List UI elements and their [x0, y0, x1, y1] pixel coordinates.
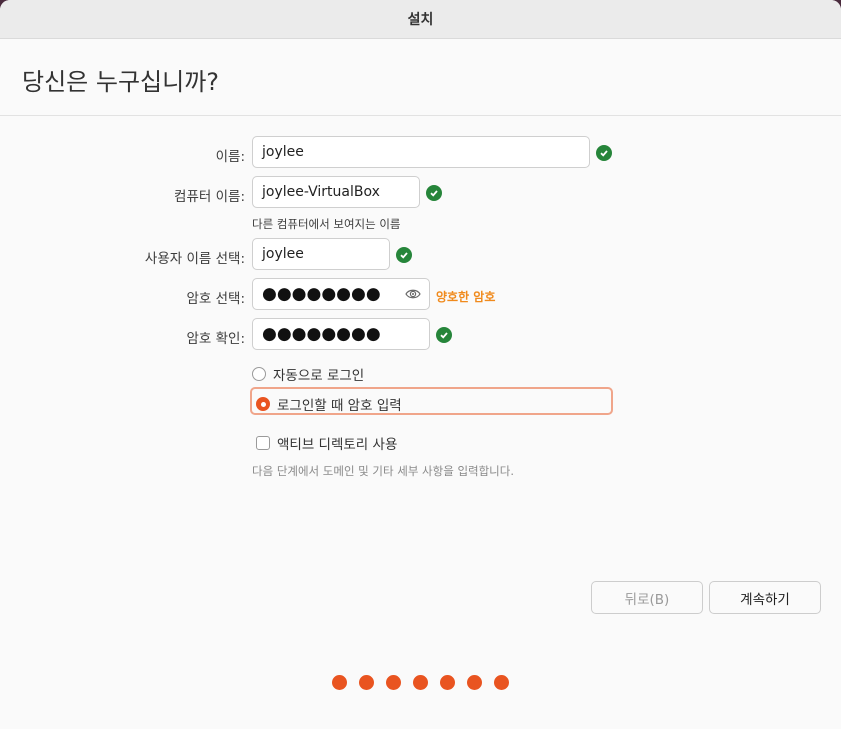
- page-title: 당신은 누구십니까?: [22, 68, 220, 96]
- back-button[interactable]: 뒤로(B): [591, 581, 703, 614]
- auto-login-option[interactable]: 자동으로 로그인: [252, 364, 364, 384]
- progress-dot: [494, 675, 509, 690]
- require-password-label: 로그인할 때 암호 입력: [277, 398, 402, 414]
- window-titlebar: 설치: [0, 0, 841, 39]
- name-value: joylee: [262, 144, 304, 160]
- active-directory-label: 액티브 디렉토리 사용: [277, 437, 398, 453]
- installer-window: 설치 당신은 누구십니까? 이름: joylee 컴퓨터 이름: joylee-…: [0, 0, 841, 729]
- password-strength-label: 양호한 암호: [436, 290, 496, 304]
- confirm-password-value: ●●●●●●●●: [262, 324, 381, 344]
- active-directory-checkbox[interactable]: [256, 436, 270, 450]
- name-valid-check-icon: [596, 145, 612, 161]
- name-label: 이름:: [215, 149, 245, 165]
- password-value: ●●●●●●●●: [262, 284, 381, 304]
- auto-login-radio[interactable]: [252, 367, 266, 381]
- computer-name-label: 컴퓨터 이름:: [174, 189, 245, 205]
- progress-dot: [386, 675, 401, 690]
- progress-dot: [467, 675, 482, 690]
- progress-dot: [440, 675, 455, 690]
- back-button-label: 뒤로(B): [624, 591, 670, 608]
- confirm-password-input[interactable]: ●●●●●●●●: [252, 318, 430, 350]
- active-directory-option[interactable]: 액티브 디렉토리 사용: [252, 433, 397, 453]
- password-input[interactable]: ●●●●●●●●: [252, 278, 430, 310]
- username-input[interactable]: joylee: [252, 238, 390, 270]
- computer-name-input[interactable]: joylee-VirtualBox: [252, 176, 420, 208]
- require-password-option[interactable]: 로그인할 때 암호 입력: [252, 394, 402, 414]
- confirm-password-label: 암호 확인:: [186, 331, 245, 347]
- progress-dot: [359, 675, 374, 690]
- progress-dot: [332, 675, 347, 690]
- username-valid-check-icon: [396, 247, 412, 263]
- continue-button[interactable]: 계속하기: [709, 581, 821, 614]
- name-input[interactable]: joylee: [252, 136, 590, 168]
- password-label: 암호 선택:: [186, 291, 245, 307]
- username-label: 사용자 이름 선택:: [144, 251, 245, 267]
- progress-dot: [413, 675, 428, 690]
- header-divider: [0, 115, 841, 116]
- eye-icon[interactable]: [405, 287, 421, 305]
- continue-button-label: 계속하기: [740, 591, 790, 608]
- confirm-password-valid-check-icon: [436, 327, 452, 343]
- auto-login-label: 자동으로 로그인: [273, 368, 365, 384]
- active-directory-hint: 다음 단계에서 도메인 및 기타 세부 사항을 입력합니다.: [252, 464, 515, 478]
- computer-name-value: joylee-VirtualBox: [262, 184, 380, 200]
- window-title: 설치: [407, 12, 434, 28]
- username-value: joylee: [262, 246, 304, 262]
- computer-name-valid-check-icon: [426, 185, 442, 201]
- computer-name-hint: 다른 컴퓨터에서 보여지는 이름: [252, 217, 401, 231]
- require-password-radio[interactable]: [256, 397, 270, 411]
